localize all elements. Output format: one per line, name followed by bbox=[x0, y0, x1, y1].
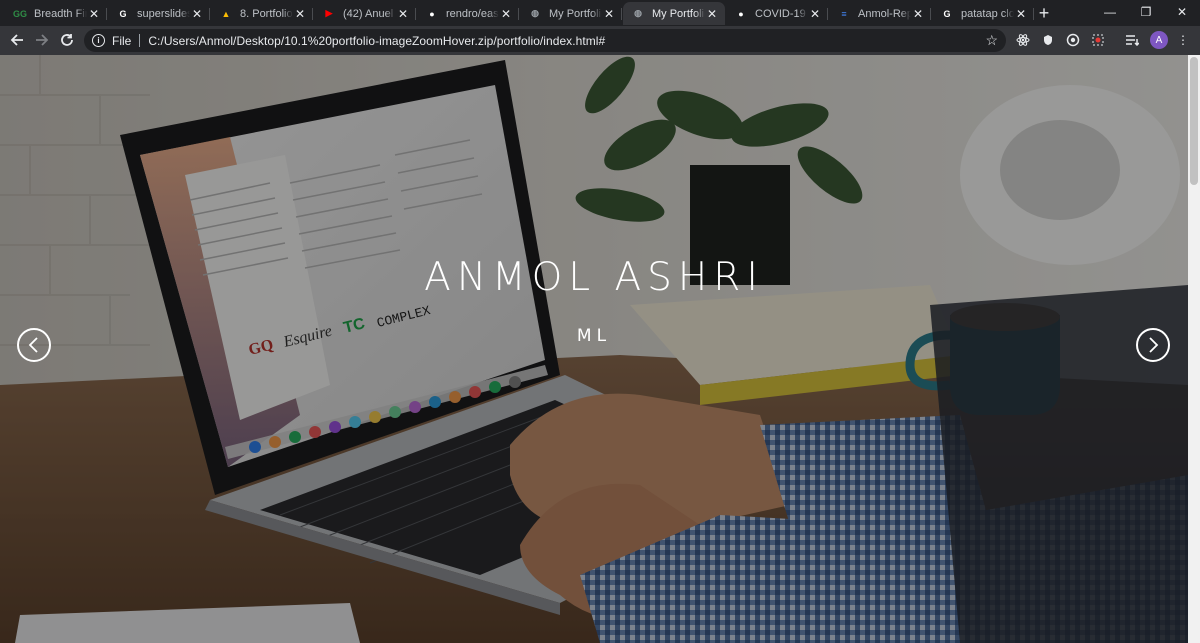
browser-tab[interactable]: Gsuperslides -✕ bbox=[108, 2, 210, 25]
chevron-left-icon bbox=[28, 337, 38, 353]
hero-role-subtitle: ML bbox=[576, 326, 612, 346]
chevron-right-icon bbox=[1149, 337, 1159, 353]
site-info-icon[interactable]: i bbox=[92, 34, 105, 47]
extension-capture-icon[interactable] bbox=[1088, 30, 1108, 50]
slide-prev-button[interactable] bbox=[17, 328, 51, 362]
url-scheme-label: File bbox=[112, 33, 132, 48]
tab-title: Breadth First bbox=[34, 7, 87, 20]
tab-title: COVID-19 Tr bbox=[755, 7, 808, 20]
browser-tab[interactable]: ● COVID-19 Tr✕ bbox=[726, 2, 828, 25]
scheme-separator bbox=[139, 34, 141, 47]
hero-name-heading: ANMOL ASHRI bbox=[424, 255, 764, 300]
google-drive-icon: ▲ bbox=[221, 8, 231, 19]
browser-tab[interactable]: ◍ My Portfolio ✕ bbox=[623, 2, 725, 25]
close-tab-icon[interactable]: ✕ bbox=[293, 7, 307, 21]
reading-list-icon[interactable] bbox=[1122, 30, 1142, 50]
tab-title: My Portfolio bbox=[652, 7, 705, 20]
profile-avatar[interactable]: A bbox=[1150, 31, 1168, 49]
close-tab-icon[interactable]: ✕ bbox=[911, 7, 925, 21]
restore-button[interactable]: ❐ bbox=[1127, 0, 1165, 24]
dot-icon: ● bbox=[738, 8, 744, 19]
forward-button[interactable] bbox=[31, 29, 53, 51]
browser-tab[interactable]: ◍ My Portfolio ✕ bbox=[520, 2, 622, 25]
close-tab-icon[interactable]: ✕ bbox=[396, 7, 410, 21]
back-arrow-icon bbox=[10, 34, 23, 46]
tab-title: rendro/easy bbox=[446, 7, 499, 20]
page-scrollbar[interactable] bbox=[1188, 55, 1200, 643]
youtube-icon: ▶ bbox=[325, 8, 333, 18]
address-bar[interactable]: i File C:/Users/Anmol/Desktop/10.1%20por… bbox=[84, 29, 1006, 52]
hero-dark-overlay bbox=[0, 55, 1188, 643]
google-icon: G bbox=[943, 8, 951, 19]
browser-tab[interactable]: Gpatatap clon✕ bbox=[932, 2, 1034, 25]
close-tab-icon[interactable]: ✕ bbox=[808, 7, 822, 21]
close-tab-icon[interactable]: ✕ bbox=[1014, 7, 1028, 21]
tab-title: 8. Portfolio S bbox=[240, 7, 293, 20]
extension-target-icon[interactable] bbox=[1063, 30, 1083, 50]
page-viewport: GQ Esquire TC COMPLEX ANMOL ASHRI ML bbox=[0, 55, 1188, 643]
browser-toolbar: i File C:/Users/Anmol/Desktop/10.1%20por… bbox=[0, 26, 1200, 55]
bookmark-star-icon[interactable]: ☆ bbox=[985, 32, 998, 49]
extension-shield-icon[interactable] bbox=[1038, 30, 1058, 50]
close-tab-icon[interactable]: ✕ bbox=[499, 7, 513, 21]
globe-icon: ◍ bbox=[531, 8, 539, 18]
globe-icon: ◍ bbox=[634, 8, 642, 18]
url-text[interactable]: C:/Users/Anmol/Desktop/10.1%20portfolio-… bbox=[148, 34, 605, 48]
tab-strip: GGBreadth First✕Gsuperslides -✕▲8. Portf… bbox=[0, 0, 1200, 26]
browser-tab[interactable]: ▲ 8. Portfolio S✕ bbox=[211, 2, 313, 25]
browser-tab[interactable]: ≡ Anmol-Repo✕ bbox=[829, 2, 931, 25]
close-tab-icon[interactable]: ✕ bbox=[602, 7, 616, 21]
browser-tab[interactable]: ● rendro/easy ✕ bbox=[417, 2, 519, 25]
browser-menu-icon[interactable]: ⋮ bbox=[1173, 30, 1193, 50]
google-icon: G bbox=[119, 8, 127, 19]
google-docs-icon: ≡ bbox=[841, 8, 847, 19]
gfg-icon: GG bbox=[13, 8, 28, 19]
reload-button[interactable] bbox=[56, 29, 78, 51]
github-icon: ● bbox=[429, 8, 435, 19]
tab-title: (42) Anuel A bbox=[343, 7, 396, 20]
tab-title: My Portfolio bbox=[549, 7, 602, 20]
close-window-button[interactable]: ✕ bbox=[1163, 0, 1200, 24]
reload-icon bbox=[61, 34, 73, 46]
tab-title: patatap clon bbox=[961, 7, 1014, 20]
new-tab-button[interactable]: + bbox=[1034, 3, 1054, 23]
browser-tab[interactable]: ▶ (42) Anuel A✕ bbox=[314, 2, 416, 25]
back-button[interactable] bbox=[6, 29, 28, 51]
react-devtools-icon[interactable] bbox=[1013, 30, 1033, 50]
slide-next-button[interactable] bbox=[1136, 328, 1170, 362]
scrollbar-thumb[interactable] bbox=[1190, 57, 1198, 185]
browser-tab[interactable]: GG Breadth First✕ bbox=[5, 2, 107, 25]
tab-title: superslides - bbox=[137, 7, 190, 20]
close-tab-icon[interactable]: ✕ bbox=[190, 7, 204, 21]
close-tab-icon[interactable]: ✕ bbox=[87, 7, 101, 21]
close-tab-icon[interactable]: ✕ bbox=[705, 7, 719, 21]
forward-arrow-icon bbox=[36, 34, 49, 46]
minimize-button[interactable]: — bbox=[1091, 0, 1129, 24]
tab-title: Anmol-Repo bbox=[858, 7, 911, 20]
